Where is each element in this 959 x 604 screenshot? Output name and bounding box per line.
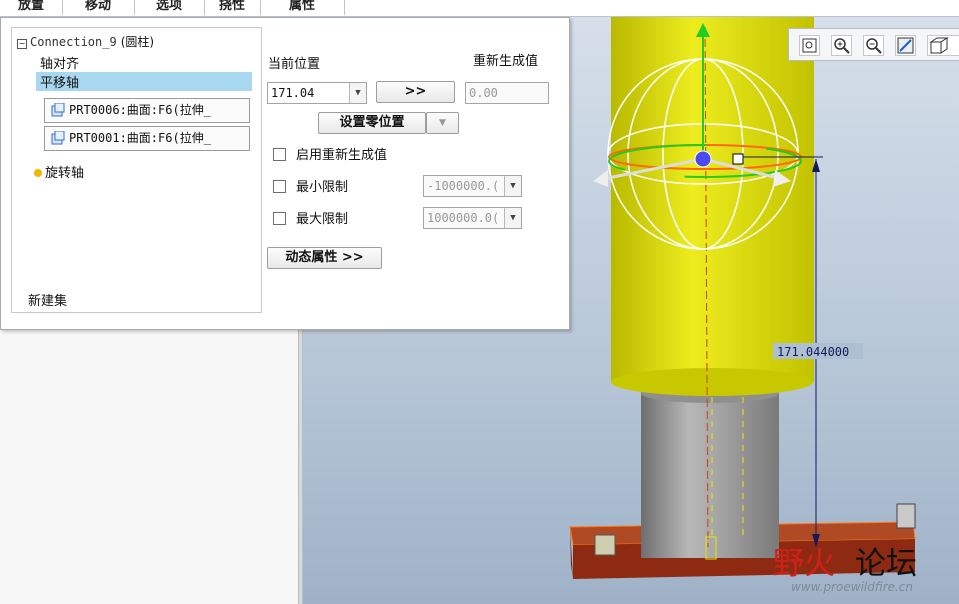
tab-properties[interactable]: 属性 xyxy=(260,0,345,15)
max-limit-label: 最大限制 xyxy=(296,212,349,227)
tab-move[interactable]: 移动 xyxy=(62,0,135,15)
dimension-label[interactable]: 171.044000 xyxy=(777,345,849,359)
set-zero-dropdown-button[interactable]: ▼ xyxy=(426,112,459,134)
base-slot-left xyxy=(594,534,616,556)
connection-type: (圆柱) xyxy=(120,35,155,49)
rotation-axis-label: 旋转轴 xyxy=(45,166,85,181)
current-position-value: 171.04 xyxy=(271,86,315,100)
tab-flexibility[interactable]: 挠性 xyxy=(204,0,261,15)
dashboard-tab-bar: 放置 移动 选项 挠性 属性 xyxy=(0,0,959,17)
reference-label-2: PRT0001:曲面:F6(拉伸_ xyxy=(69,131,211,145)
min-limit-label: 最小限制 xyxy=(296,180,349,195)
repaint-icon[interactable] xyxy=(895,35,916,56)
max-limit-checkbox[interactable] xyxy=(273,212,286,225)
placement-panel: − Connection_9 (圆柱) 轴对齐 平移轴 PRT0006:曲面:F6(… xyxy=(0,17,570,330)
tree-axis-align[interactable]: 轴对齐 xyxy=(40,53,79,72)
base-slot-right xyxy=(896,503,916,529)
tree-translation-axis[interactable]: 平移轴 xyxy=(36,72,252,91)
watermark-url: www.proewildfire.cn xyxy=(791,580,913,594)
watermark-cn-part1: 野火 xyxy=(773,546,835,582)
enable-regen-label: 启用重新生成值 xyxy=(296,148,388,163)
min-limit-field[interactable]: -1000000.( ▼ xyxy=(423,175,522,197)
view-cube-icon[interactable] xyxy=(927,35,959,56)
chevron-down-icon[interactable]: ▼ xyxy=(349,83,366,103)
surface-ref-icon xyxy=(51,130,65,145)
yellow-cylinder-bottom xyxy=(611,368,813,396)
yellow-cylinder xyxy=(611,17,814,382)
grey-cylinder xyxy=(641,392,779,558)
graphics-toolbar xyxy=(788,28,959,61)
enable-regen-checkbox[interactable] xyxy=(273,148,286,161)
gizmo-handle xyxy=(732,153,744,165)
reference-box-2[interactable]: PRT0001:曲面:F6(拉伸_ xyxy=(44,126,250,151)
current-position-label: 当前位置 xyxy=(268,57,321,72)
connection-tree: − Connection_9 (圆柱) 轴对齐 平移轴 PRT0006:曲面:F6(… xyxy=(11,27,262,313)
tab-options[interactable]: 选项 xyxy=(134,0,205,15)
chevron-down-icon[interactable]: ▼ xyxy=(504,208,521,228)
reference-label-1: PRT0006:曲面:F6(拉伸_ xyxy=(69,103,211,117)
max-limit-value: 1000000.0( xyxy=(427,211,500,225)
zoom-fit-icon[interactable] xyxy=(799,35,820,56)
copy-to-regen-button[interactable]: >> xyxy=(376,81,455,103)
max-limit-field[interactable]: 1000000.0( ▼ xyxy=(423,207,522,229)
collapse-icon[interactable]: − xyxy=(17,39,27,49)
gizmo-center xyxy=(694,150,712,168)
regen-value-field[interactable]: 0.00 xyxy=(465,82,549,104)
connection-name: Connection_9 xyxy=(30,35,117,49)
surface-ref-icon xyxy=(51,102,65,117)
new-set-link[interactable]: 新建集 xyxy=(28,290,67,309)
dynamic-properties-button[interactable]: 动态属性 >> xyxy=(267,247,382,269)
tree-connection-node[interactable]: − Connection_9 (圆柱) xyxy=(17,33,154,50)
current-position-field[interactable]: 171.04 ▼ xyxy=(267,82,367,104)
tree-rotation-axis[interactable]: 旋转轴 xyxy=(34,162,84,181)
watermark-cn-part2: 论坛 xyxy=(855,546,917,582)
regen-value-label: 重新生成值 xyxy=(473,54,539,69)
zoom-out-icon[interactable] xyxy=(863,35,884,56)
zoom-in-icon[interactable] xyxy=(831,35,852,56)
min-limit-value: -1000000.( xyxy=(427,179,500,193)
set-zero-position-button[interactable]: 设置零位置 xyxy=(318,112,426,134)
reference-box-1[interactable]: PRT0006:曲面:F6(拉伸_ xyxy=(44,98,250,123)
min-limit-checkbox[interactable] xyxy=(273,180,286,193)
status-dot-icon xyxy=(34,169,42,177)
tab-placement[interactable]: 放置 xyxy=(0,0,63,15)
chevron-down-icon[interactable]: ▼ xyxy=(504,176,521,196)
